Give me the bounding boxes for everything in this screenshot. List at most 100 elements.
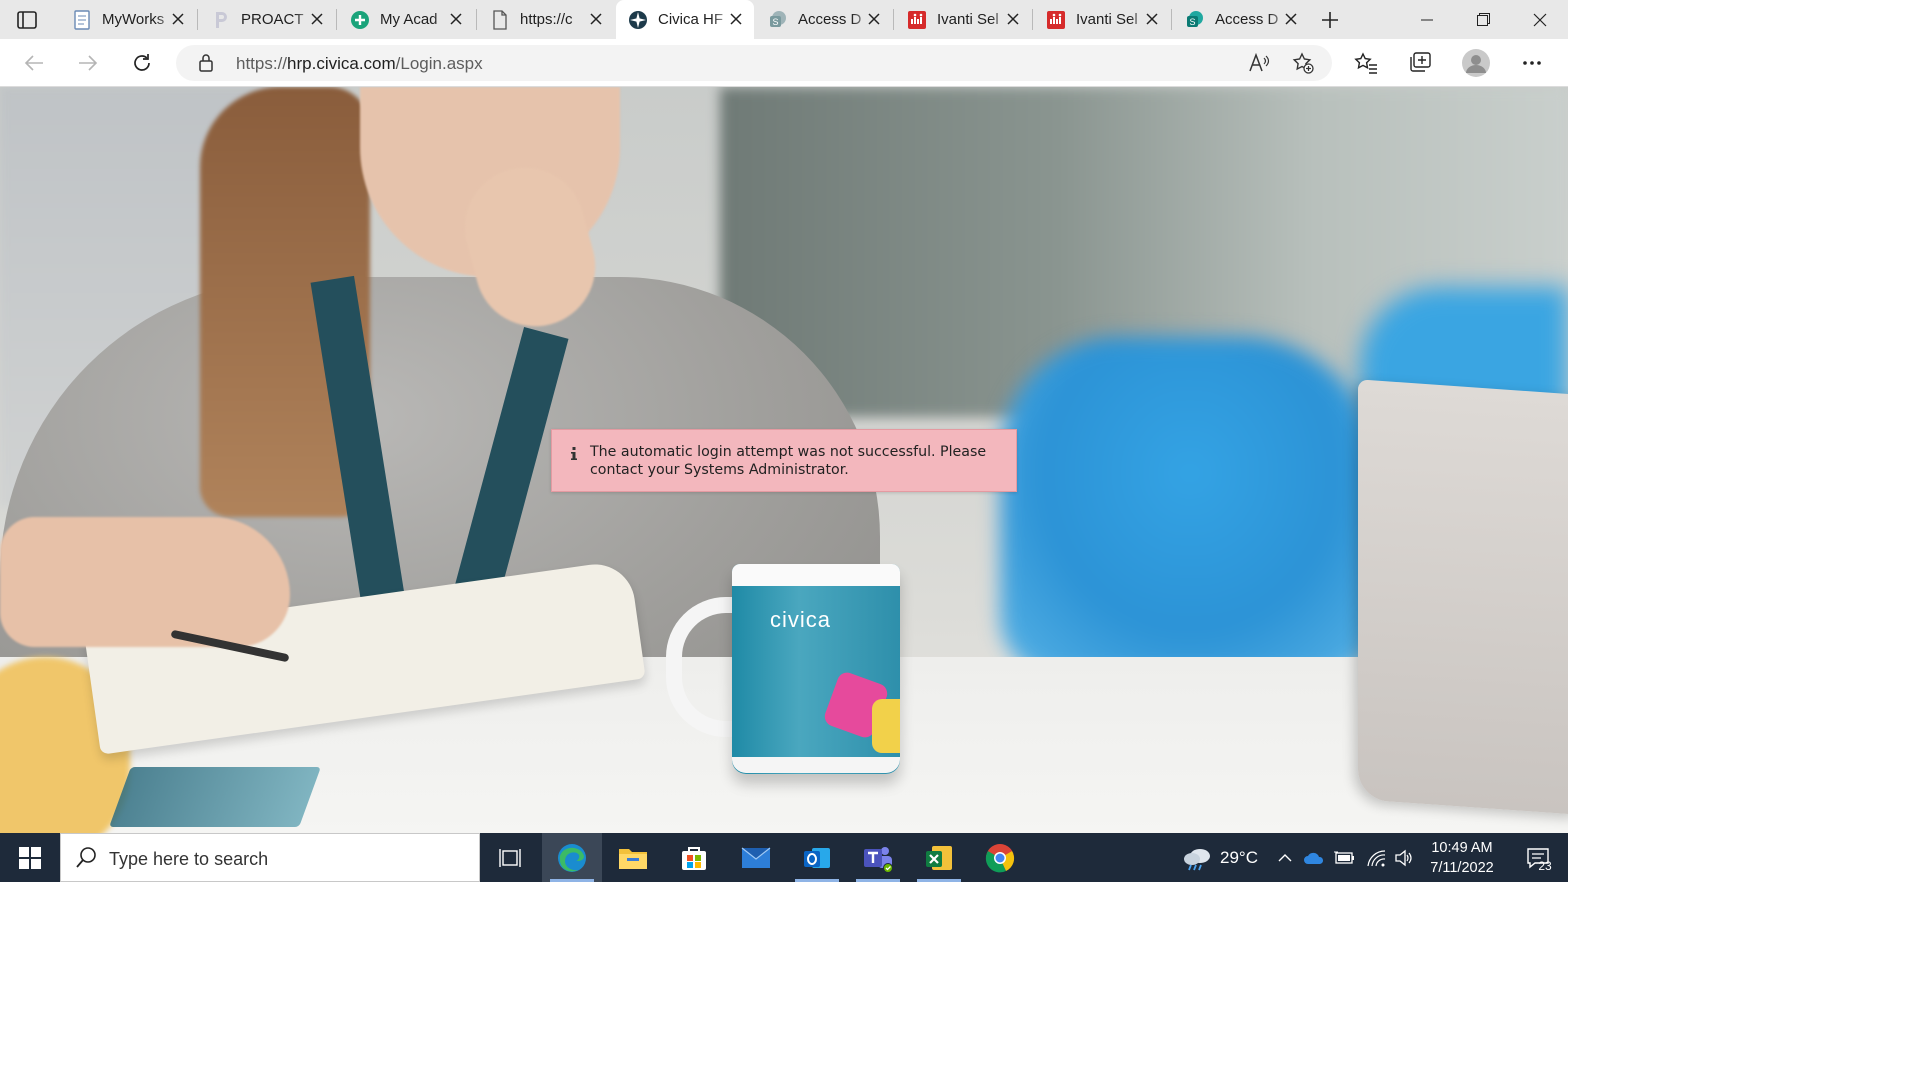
url-text[interactable]: https://hrp.civica.com/Login.aspx [236, 54, 483, 74]
restore-button[interactable] [1455, 0, 1511, 39]
tab-access-d-2[interactable]: S Access D [1173, 0, 1309, 39]
close-icon[interactable] [309, 11, 325, 27]
sharepoint-icon: S [768, 10, 788, 30]
ivanti-icon [907, 10, 927, 30]
bg-tablet [1358, 379, 1568, 815]
sharepoint-icon: S [1185, 10, 1205, 30]
weather-temperature[interactable]: 29°C [1220, 848, 1258, 868]
close-icon[interactable] [866, 11, 882, 27]
tab-divider [1171, 9, 1172, 30]
svg-text:S: S [773, 17, 779, 27]
tab-label: Access D [1215, 11, 1279, 28]
notification-center-icon[interactable]: 23 [1508, 833, 1568, 882]
tab-access-d-1[interactable]: S Access D [756, 0, 892, 39]
url-scheme: https:// [236, 54, 288, 73]
add-favorite-icon[interactable] [1290, 51, 1316, 75]
minimize-button[interactable] [1399, 0, 1455, 39]
tab-label: Civica HF [658, 11, 724, 28]
new-tab-button[interactable] [1316, 6, 1344, 34]
login-error-alert: The automatic login attempt was not succ… [551, 429, 1017, 492]
battery-icon[interactable] [1330, 833, 1358, 882]
close-window-button[interactable] [1512, 0, 1568, 39]
close-icon[interactable] [170, 11, 186, 27]
tab-divider [476, 9, 477, 30]
document-icon [72, 9, 92, 30]
tab-ivanti-2[interactable]: Ivanti Sel [1034, 0, 1170, 39]
mug-logo-text: civica [770, 607, 832, 632]
tab-label: Ivanti Sel [937, 11, 999, 28]
tab-label: MyWorks [102, 11, 165, 28]
onedrive-icon[interactable] [1300, 833, 1328, 882]
tab-myworks[interactable]: MyWorks [60, 0, 196, 39]
settings-more-icon[interactable] [1516, 48, 1548, 78]
address-bar[interactable]: https://hrp.civica.com/Login.aspx [176, 45, 1332, 81]
back-button[interactable] [18, 48, 50, 78]
tab-divider [336, 9, 337, 30]
close-icon[interactable] [1005, 11, 1021, 27]
taskbar-search-box[interactable]: Type here to search [60, 833, 480, 882]
tab-actions-menu-icon[interactable] [14, 8, 40, 32]
login-page: civica The automatic login attempt was n… [0, 87, 1568, 833]
close-icon[interactable] [448, 11, 464, 27]
tab-my-academy[interactable]: My Acad [338, 0, 474, 39]
collections-icon[interactable] [1404, 48, 1436, 78]
tab-label: https://c [520, 11, 573, 28]
refresh-button[interactable] [126, 48, 158, 78]
start-button[interactable] [0, 833, 60, 882]
tab-divider [197, 9, 198, 30]
mail-icon[interactable] [726, 833, 786, 882]
excel-icon[interactable] [909, 833, 969, 882]
active-indicator [856, 879, 900, 882]
search-icon [75, 846, 97, 875]
tab-https[interactable]: https://c [478, 0, 614, 39]
tab-label: Access D [798, 11, 862, 28]
civica-logo-icon [628, 10, 648, 30]
file-explorer-icon[interactable] [603, 833, 663, 882]
weather-icon[interactable] [1180, 833, 1216, 882]
tab-civica-hr[interactable]: Civica HF [616, 0, 754, 39]
show-hidden-icons-chevron-icon[interactable] [1274, 833, 1296, 882]
favorites-icon[interactable] [1350, 48, 1382, 78]
svg-text:S: S [1190, 17, 1196, 27]
microsoft-store-icon[interactable] [664, 833, 724, 882]
page-icon [490, 9, 510, 30]
info-icon [570, 446, 580, 462]
tab-label: My Acad [380, 11, 438, 28]
task-view-icon[interactable] [480, 833, 540, 882]
mug-rim [732, 564, 900, 586]
bg-chair [1000, 337, 1380, 677]
active-indicator [917, 879, 961, 882]
search-placeholder: Type here to search [109, 849, 269, 869]
lock-icon[interactable] [198, 53, 214, 78]
ivanti-icon [1046, 10, 1066, 30]
volume-icon[interactable] [1390, 833, 1418, 882]
edge-icon[interactable] [542, 833, 602, 882]
outlook-icon[interactable] [787, 833, 847, 882]
close-icon[interactable] [1283, 11, 1299, 27]
profile-avatar-icon[interactable] [1460, 48, 1492, 78]
windows-taskbar: Type here to search 29°C 10:49 AM 7/11/2… [0, 833, 1568, 882]
tab-divider [893, 9, 894, 30]
tab-ivanti-1[interactable]: Ivanti Sel [895, 0, 1031, 39]
chrome-icon[interactable] [970, 833, 1030, 882]
tab-label: PROACT [241, 11, 304, 28]
system-clock[interactable]: 10:49 AM 7/11/2022 [1418, 838, 1506, 878]
wifi-icon[interactable] [1362, 833, 1390, 882]
close-icon[interactable] [728, 11, 744, 27]
mug-graphic [872, 699, 900, 753]
read-aloud-icon[interactable] [1246, 51, 1272, 75]
active-indicator [550, 879, 594, 882]
tab-divider [1032, 9, 1033, 30]
browser-tab-strip: MyWorks PROACT My Acad https://c Civica … [0, 0, 1568, 39]
proact-logo-icon [211, 10, 231, 30]
tab-proact[interactable]: PROACT [199, 0, 335, 39]
bg-paper [109, 767, 321, 827]
close-icon[interactable] [1144, 11, 1160, 27]
teams-icon[interactable] [848, 833, 908, 882]
close-icon[interactable] [588, 11, 604, 27]
notification-count: 23 [1538, 859, 1552, 873]
tab-label: Ivanti Sel [1076, 11, 1138, 28]
plus-circle-icon [350, 10, 370, 30]
url-host: hrp.civica.com [287, 54, 396, 73]
forward-button[interactable] [72, 48, 104, 78]
